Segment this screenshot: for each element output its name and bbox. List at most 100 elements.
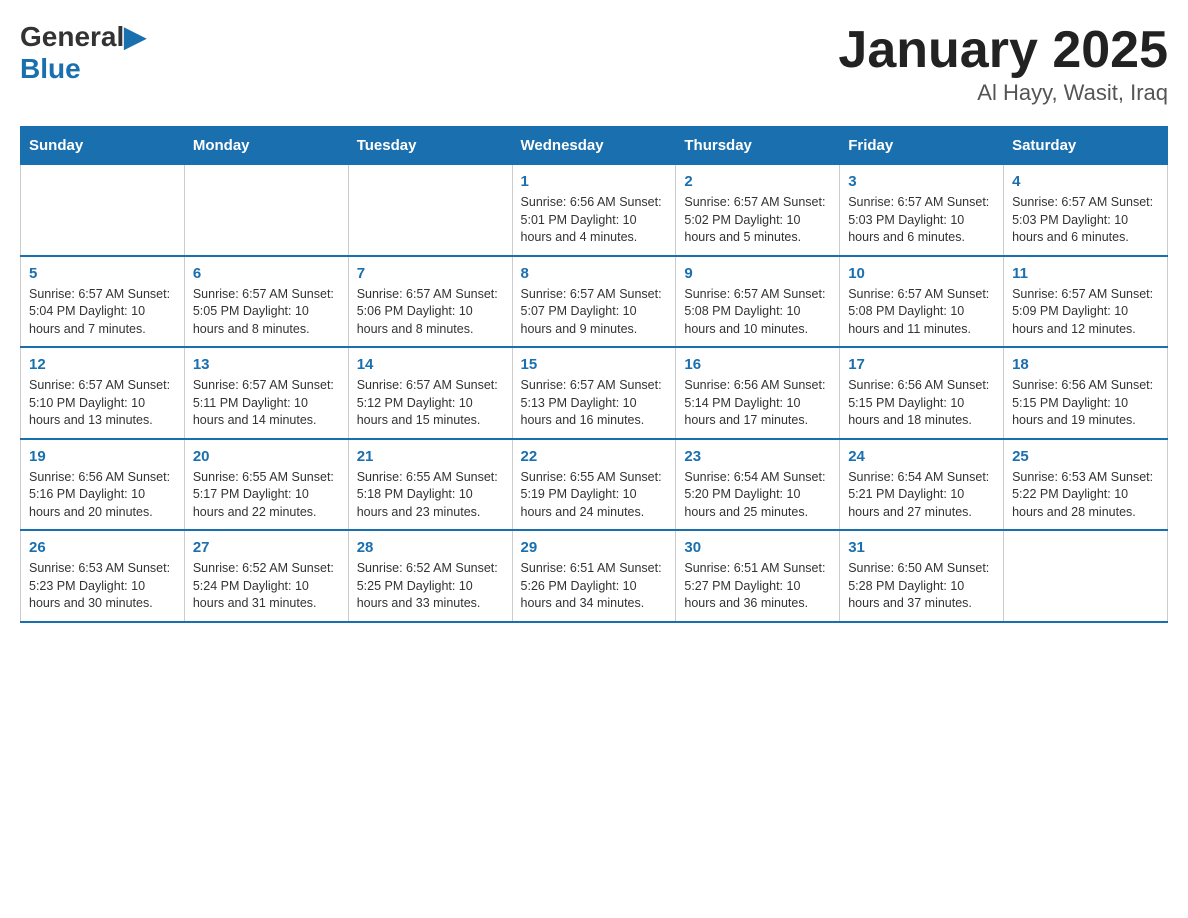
day-info: Sunrise: 6:57 AM Sunset: 5:05 PM Dayligh…: [193, 286, 340, 339]
calendar-week-row: 19 Sunrise: 6:56 AM Sunset: 5:16 PM Dayli…: [21, 439, 1168, 531]
calendar-week-row: 26 Sunrise: 6:53 AM Sunset: 5:23 PM Dayli…: [21, 530, 1168, 622]
day-number: 23: [684, 448, 831, 465]
calendar-cell: [21, 165, 185, 256]
day-info: Sunrise: 6:54 AM Sunset: 5:21 PM Dayligh…: [848, 469, 995, 522]
calendar-day-header: Monday: [184, 127, 348, 165]
calendar-cell: 18 Sunrise: 6:56 AM Sunset: 5:15 PM Dayli…: [1004, 347, 1168, 439]
day-number: 4: [1012, 173, 1159, 190]
day-number: 1: [521, 173, 668, 190]
day-number: 16: [684, 356, 831, 373]
calendar-cell: 3 Sunrise: 6:57 AM Sunset: 5:03 PM Daylig…: [840, 165, 1004, 256]
calendar-cell: 8 Sunrise: 6:57 AM Sunset: 5:07 PM Daylig…: [512, 256, 676, 348]
day-info: Sunrise: 6:57 AM Sunset: 5:13 PM Dayligh…: [521, 377, 668, 430]
day-number: 21: [357, 448, 504, 465]
day-number: 10: [848, 265, 995, 282]
day-info: Sunrise: 6:56 AM Sunset: 5:01 PM Dayligh…: [521, 194, 668, 247]
day-info: Sunrise: 6:56 AM Sunset: 5:14 PM Dayligh…: [684, 377, 831, 430]
day-number: 26: [29, 539, 176, 556]
title-block: January 2025 Al Hayy, Wasit, Iraq: [838, 20, 1168, 106]
day-info: Sunrise: 6:57 AM Sunset: 5:03 PM Dayligh…: [848, 194, 995, 247]
day-number: 31: [848, 539, 995, 556]
calendar-cell: 10Sunrise: 6:57 AM Sunset: 5:08 PM Dayli…: [840, 256, 1004, 348]
calendar-cell: [184, 165, 348, 256]
day-number: 7: [357, 265, 504, 282]
day-info: Sunrise: 6:53 AM Sunset: 5:23 PM Dayligh…: [29, 560, 176, 613]
calendar-cell: 4 Sunrise: 6:57 AM Sunset: 5:03 PM Daylig…: [1004, 165, 1168, 256]
calendar-cell: 9 Sunrise: 6:57 AM Sunset: 5:08 PM Daylig…: [676, 256, 840, 348]
day-number: 8: [521, 265, 668, 282]
calendar-cell: 11 Sunrise: 6:57 AM Sunset: 5:09 PM Dayli…: [1004, 256, 1168, 348]
day-info: Sunrise: 6:57 AM Sunset: 5:04 PM Dayligh…: [29, 286, 176, 339]
day-number: 27: [193, 539, 340, 556]
calendar-week-row: 5 Sunrise: 6:57 AM Sunset: 5:04 PM Daylig…: [21, 256, 1168, 348]
day-number: 18: [1012, 356, 1159, 373]
day-info: Sunrise: 6:57 AM Sunset: 5:09 PM Dayligh…: [1012, 286, 1159, 339]
calendar-week-row: 12 Sunrise: 6:57 AM Sunset: 5:10 PM Dayli…: [21, 347, 1168, 439]
day-number: 22: [521, 448, 668, 465]
day-info: Sunrise: 6:57 AM Sunset: 5:02 PM Dayligh…: [684, 194, 831, 247]
calendar-cell: 21 Sunrise: 6:55 AM Sunset: 5:18 PM Dayli…: [348, 439, 512, 531]
logo-text: General▶ Blue: [20, 20, 146, 85]
day-info: Sunrise: 6:57 AM Sunset: 5:06 PM Dayligh…: [357, 286, 504, 339]
calendar-cell: 20 Sunrise: 6:55 AM Sunset: 5:17 PM Dayli…: [184, 439, 348, 531]
page-title: January 2025: [838, 20, 1168, 80]
day-number: 14: [357, 356, 504, 373]
calendar-cell: 2 Sunrise: 6:57 AM Sunset: 5:02 PM Daylig…: [676, 165, 840, 256]
day-number: 12: [29, 356, 176, 373]
calendar-table: SundayMondayTuesdayWednesdayThursdayFrid…: [20, 126, 1168, 623]
day-info: Sunrise: 6:55 AM Sunset: 5:19 PM Dayligh…: [521, 469, 668, 522]
calendar-day-header: Friday: [840, 127, 1004, 165]
logo-blue-text: Blue: [20, 53, 81, 84]
day-info: Sunrise: 6:51 AM Sunset: 5:26 PM Dayligh…: [521, 560, 668, 613]
calendar-cell: 24Sunrise: 6:54 AM Sunset: 5:21 PM Dayli…: [840, 439, 1004, 531]
calendar-cell: 19 Sunrise: 6:56 AM Sunset: 5:16 PM Dayli…: [21, 439, 185, 531]
calendar-cell: 27Sunrise: 6:52 AM Sunset: 5:24 PM Dayli…: [184, 530, 348, 622]
calendar-cell: 29 Sunrise: 6:51 AM Sunset: 5:26 PM Dayli…: [512, 530, 676, 622]
day-number: 5: [29, 265, 176, 282]
calendar-cell: [348, 165, 512, 256]
calendar-cell: 31Sunrise: 6:50 AM Sunset: 5:28 PM Dayli…: [840, 530, 1004, 622]
day-number: 11: [1012, 265, 1159, 282]
calendar-cell: 23 Sunrise: 6:54 AM Sunset: 5:20 PM Dayli…: [676, 439, 840, 531]
day-info: Sunrise: 6:55 AM Sunset: 5:18 PM Dayligh…: [357, 469, 504, 522]
day-number: 13: [193, 356, 340, 373]
calendar-day-header: Saturday: [1004, 127, 1168, 165]
calendar-cell: 14 Sunrise: 6:57 AM Sunset: 5:12 PM Dayli…: [348, 347, 512, 439]
logo: General▶ Blue: [20, 20, 146, 85]
calendar-day-header: Thursday: [676, 127, 840, 165]
calendar-week-row: 1 Sunrise: 6:56 AM Sunset: 5:01 PM Daylig…: [21, 165, 1168, 256]
day-info: Sunrise: 6:56 AM Sunset: 5:16 PM Dayligh…: [29, 469, 176, 522]
day-number: 20: [193, 448, 340, 465]
calendar-day-header: Wednesday: [512, 127, 676, 165]
calendar-cell: 7 Sunrise: 6:57 AM Sunset: 5:06 PM Daylig…: [348, 256, 512, 348]
day-info: Sunrise: 6:52 AM Sunset: 5:25 PM Dayligh…: [357, 560, 504, 613]
calendar-cell: 6 Sunrise: 6:57 AM Sunset: 5:05 PM Daylig…: [184, 256, 348, 348]
logo-general: General: [20, 21, 124, 52]
day-info: Sunrise: 6:57 AM Sunset: 5:07 PM Dayligh…: [521, 286, 668, 339]
day-info: Sunrise: 6:57 AM Sunset: 5:08 PM Dayligh…: [684, 286, 831, 339]
calendar-cell: 22 Sunrise: 6:55 AM Sunset: 5:19 PM Dayli…: [512, 439, 676, 531]
day-number: 3: [848, 173, 995, 190]
calendar-cell: 30Sunrise: 6:51 AM Sunset: 5:27 PM Dayli…: [676, 530, 840, 622]
day-info: Sunrise: 6:57 AM Sunset: 5:12 PM Dayligh…: [357, 377, 504, 430]
calendar-day-header: Sunday: [21, 127, 185, 165]
calendar-cell: 28Sunrise: 6:52 AM Sunset: 5:25 PM Dayli…: [348, 530, 512, 622]
day-number: 6: [193, 265, 340, 282]
day-info: Sunrise: 6:55 AM Sunset: 5:17 PM Dayligh…: [193, 469, 340, 522]
day-info: Sunrise: 6:56 AM Sunset: 5:15 PM Dayligh…: [1012, 377, 1159, 430]
calendar-cell: [1004, 530, 1168, 622]
day-info: Sunrise: 6:57 AM Sunset: 5:11 PM Dayligh…: [193, 377, 340, 430]
day-number: 2: [684, 173, 831, 190]
day-info: Sunrise: 6:51 AM Sunset: 5:27 PM Dayligh…: [684, 560, 831, 613]
day-number: 9: [684, 265, 831, 282]
day-number: 19: [29, 448, 176, 465]
day-info: Sunrise: 6:56 AM Sunset: 5:15 PM Dayligh…: [848, 377, 995, 430]
calendar-day-header: Tuesday: [348, 127, 512, 165]
day-number: 25: [1012, 448, 1159, 465]
calendar-cell: 5 Sunrise: 6:57 AM Sunset: 5:04 PM Daylig…: [21, 256, 185, 348]
day-info: Sunrise: 6:54 AM Sunset: 5:20 PM Dayligh…: [684, 469, 831, 522]
day-info: Sunrise: 6:57 AM Sunset: 5:03 PM Dayligh…: [1012, 194, 1159, 247]
day-number: 29: [521, 539, 668, 556]
day-info: Sunrise: 6:57 AM Sunset: 5:10 PM Dayligh…: [29, 377, 176, 430]
logo-blue: ▶: [124, 21, 146, 52]
